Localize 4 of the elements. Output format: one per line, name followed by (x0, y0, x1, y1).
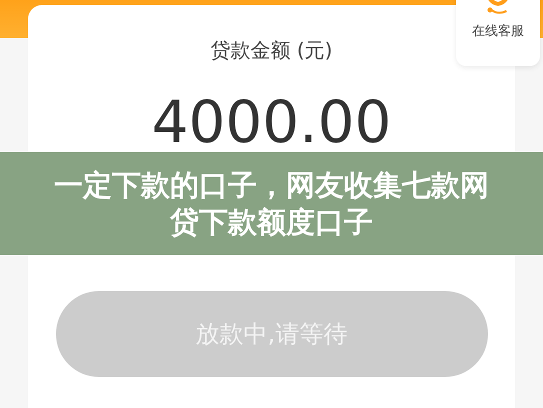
amount-value: 4000.00 (152, 93, 392, 151)
banner-title: 一定下款的口子，网友收集七款网贷下款额度口子 (53, 167, 490, 240)
customer-service-button[interactable]: 在线客服 (456, 0, 540, 66)
amount-label: 贷款金额 (元) (210, 37, 332, 64)
